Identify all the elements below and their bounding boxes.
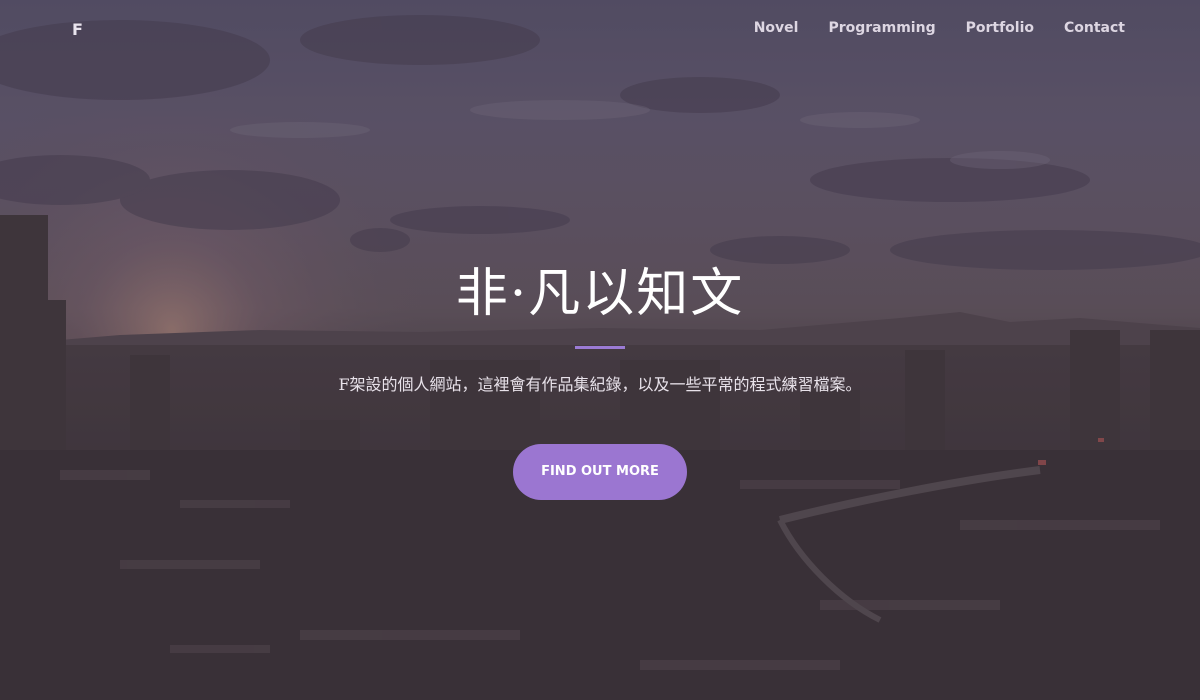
hero-subtitle: F架設的個人網站，這裡會有作品集紀錄，以及一些平常的程式練習檔案。 [338, 375, 862, 394]
title-divider [575, 346, 625, 349]
nav-link-programming[interactable]: Programming [828, 20, 935, 36]
find-out-more-button[interactable]: FIND OUT MORE [513, 444, 687, 500]
nav-link-portfolio[interactable]: Portfolio [966, 20, 1034, 36]
hero-title: 非·凡以知文 [455, 264, 745, 324]
top-navbar: F Novel Programming Portfolio Contact [0, 0, 1200, 58]
nav-links: Novel Programming Portfolio Contact [754, 20, 1125, 36]
nav-link-novel[interactable]: Novel [754, 20, 799, 36]
hero-content: 非·凡以知文 F架設的個人網站，這裡會有作品集紀錄，以及一些平常的程式練習檔案。… [0, 262, 1200, 500]
hero-section: F Novel Programming Portfolio Contact 非·… [0, 0, 1200, 700]
nav-link-contact[interactable]: Contact [1064, 20, 1125, 36]
brand-logo-link[interactable]: F [72, 20, 83, 39]
